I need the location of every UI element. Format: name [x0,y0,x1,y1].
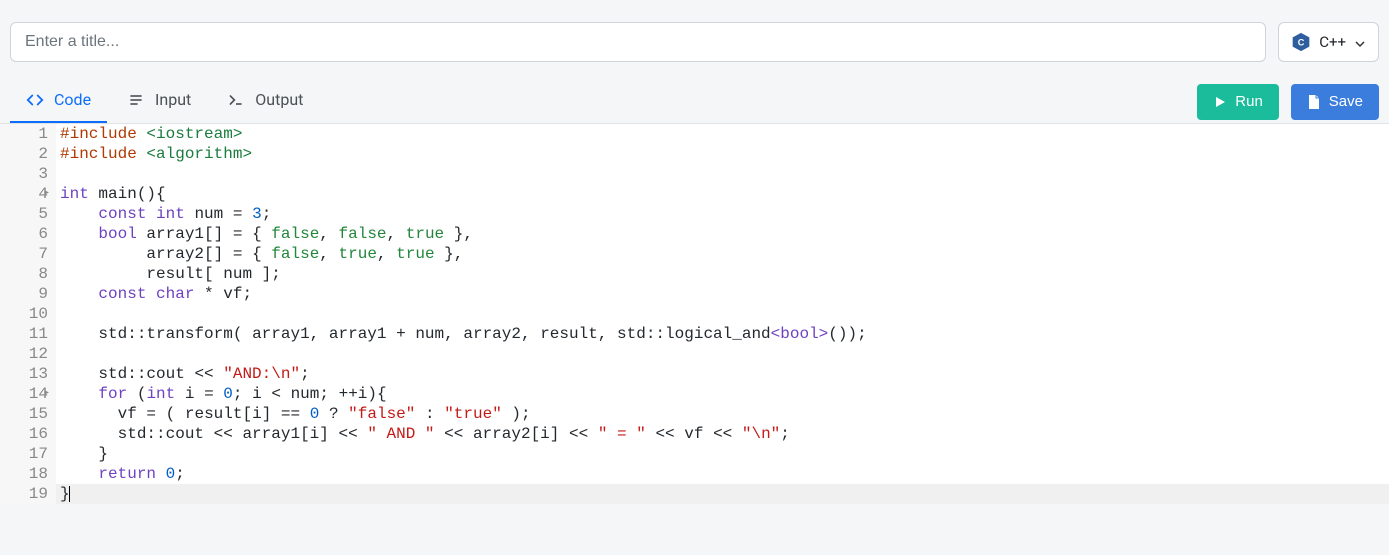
top-bar: C C++ [0,0,1389,72]
line-number: 1 [4,124,48,144]
chevron-down-icon [1354,36,1366,48]
code-line[interactable]: vf = ( result[i] == 0 ? "false" : "true"… [56,404,1389,424]
code-content[interactable]: #include <iostream>#include <algorithm> i… [56,124,1389,504]
language-selector[interactable]: C C++ [1278,22,1379,62]
tab-bar: Code Input Output Run Save [0,80,1389,123]
line-number: 12 [4,344,48,364]
code-line[interactable] [56,304,1389,324]
svg-text:C: C [1298,37,1305,47]
line-number: 13 [4,364,48,384]
save-button-label: Save [1329,93,1363,110]
code-editor[interactable]: 1234▸567891011121314▸1516171819 #include… [0,123,1389,504]
tab-input[interactable]: Input [111,80,207,123]
code-line[interactable]: } [56,484,1389,504]
line-number: 19 [4,484,48,504]
line-number: 10 [4,304,48,324]
code-icon [26,91,44,109]
play-icon [1213,95,1227,109]
code-line[interactable]: std::cout << array1[i] << " AND " << arr… [56,424,1389,444]
line-number: 8 [4,264,48,284]
line-number: 7 [4,244,48,264]
code-line[interactable]: } [56,444,1389,464]
input-lines-icon [127,91,145,109]
code-line[interactable]: std::transform( array1, array1 + num, ar… [56,324,1389,344]
code-line[interactable]: #include <algorithm> [56,144,1389,164]
code-line[interactable]: const char * vf; [56,284,1389,304]
save-button[interactable]: Save [1291,84,1379,120]
line-number: 18 [4,464,48,484]
code-line[interactable]: return 0; [56,464,1389,484]
file-icon [1307,95,1321,109]
line-number: 16 [4,424,48,444]
line-number-gutter: 1234▸567891011121314▸1516171819 [0,124,56,504]
line-number: 5 [4,204,48,224]
code-line[interactable]: int main(){ [56,184,1389,204]
code-line[interactable]: const int num = 3; [56,204,1389,224]
code-line[interactable] [56,164,1389,184]
tab-code-label: Code [54,90,91,109]
line-number: 4▸ [4,184,48,204]
fold-marker-icon[interactable]: ▸ [44,384,50,404]
run-button-label: Run [1235,93,1263,110]
line-number: 3 [4,164,48,184]
run-button[interactable]: Run [1197,84,1279,120]
line-number: 11 [4,324,48,344]
code-line[interactable] [56,344,1389,364]
code-line[interactable]: #include <iostream> [56,124,1389,144]
tab-code[interactable]: Code [10,80,107,123]
language-label: C++ [1319,33,1346,51]
code-line[interactable]: array2[] = { false, true, true }, [56,244,1389,264]
code-line[interactable]: std::cout << "AND:\n"; [56,364,1389,384]
line-number: 6 [4,224,48,244]
tab-input-label: Input [155,90,191,109]
title-input[interactable] [10,22,1266,62]
line-number: 2 [4,144,48,164]
code-line[interactable]: for (int i = 0; i < num; ++i){ [56,384,1389,404]
fold-marker-icon[interactable]: ▸ [44,184,50,204]
tab-output[interactable]: Output [211,80,319,123]
line-number: 9 [4,284,48,304]
line-number: 14▸ [4,384,48,404]
text-cursor [69,486,70,502]
terminal-prompt-icon [227,91,245,109]
tab-output-label: Output [255,90,303,109]
cpp-hex-icon: C [1291,32,1311,52]
line-number: 17 [4,444,48,464]
code-line[interactable]: bool array1[] = { false, false, true }, [56,224,1389,244]
line-number: 15 [4,404,48,424]
code-line[interactable]: result[ num ]; [56,264,1389,284]
